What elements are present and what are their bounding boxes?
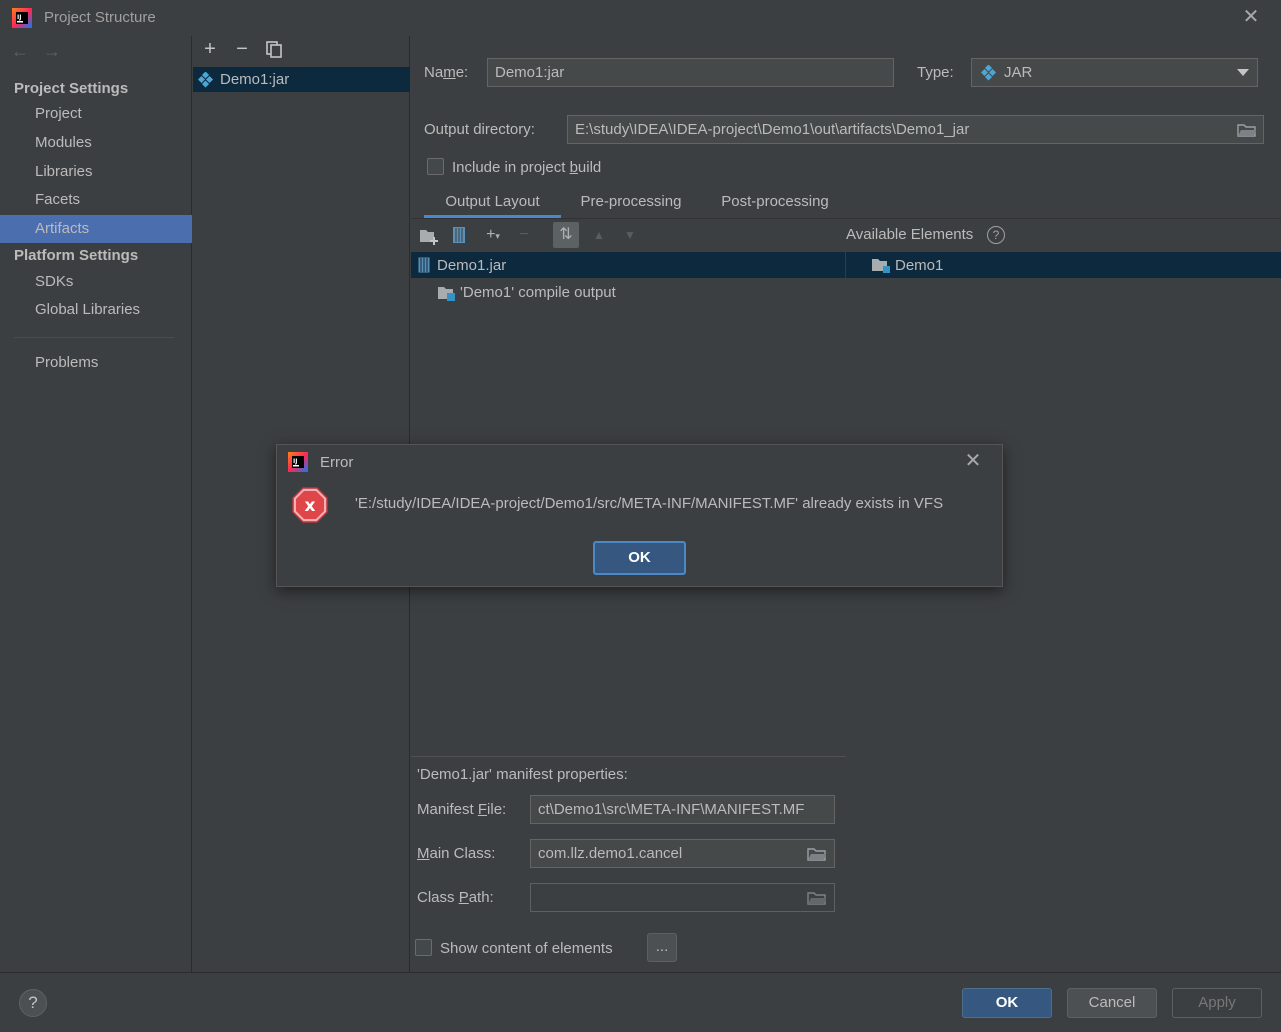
sidebar-item-facets[interactable]: Facets — [0, 186, 192, 214]
forward-arrow-icon[interactable]: → — [41, 40, 63, 62]
add-copy-icon[interactable]: +▾ — [482, 224, 504, 246]
name-label: Name: — [424, 64, 469, 81]
artifact-list-item[interactable]: Demo1:jar — [193, 67, 410, 92]
svg-text:x: x — [305, 496, 316, 516]
intellij-logo-icon: IJ — [12, 8, 32, 28]
error-dialog-close-icon[interactable]: ✕ — [962, 450, 984, 472]
tree-pane-divider — [845, 252, 846, 278]
manifest-divider — [411, 756, 846, 757]
layout-tree-selected-row — [411, 252, 1281, 278]
title-bar — [0, 0, 1281, 36]
module-output-folder-icon — [438, 287, 455, 301]
name-input[interactable]: Demo1:jar — [487, 58, 894, 87]
tab-post-processing[interactable]: Post-processing — [708, 192, 842, 218]
class-path-label: Class Path: — [417, 889, 494, 906]
tab-output-layout[interactable]: Output Layout — [424, 192, 561, 218]
apply-button[interactable]: Apply — [1172, 988, 1262, 1018]
error-dialog-title: Error — [320, 454, 354, 471]
sidebar-item-libraries[interactable]: Libraries — [0, 158, 192, 186]
layout-tree-root[interactable]: Demo1.jar — [437, 257, 506, 274]
move-up-icon[interactable]: ▲ — [589, 224, 609, 246]
help-circle-icon[interactable]: ? — [987, 226, 1005, 244]
chevron-down-icon[interactable] — [1237, 69, 1249, 77]
sidebar-item-problems[interactable]: Problems — [0, 349, 192, 377]
type-select[interactable]: JAR — [971, 58, 1258, 87]
show-content-label: Show content of elements — [440, 940, 613, 957]
show-content-checkbox[interactable] — [415, 939, 432, 956]
show-content-options-button[interactable]: ... — [647, 933, 677, 962]
manifest-file-label: Manifest File: — [417, 801, 507, 818]
sidebar-item-sdks[interactable]: SDKs — [0, 268, 192, 296]
include-in-build-checkbox[interactable] — [427, 158, 444, 175]
sort-elements-icon[interactable]: ⇅ — [553, 222, 579, 248]
error-message: 'E:/study/IDEA/IDEA-project/Demo1/src/ME… — [355, 495, 944, 512]
new-directory-icon[interactable] — [419, 227, 439, 245]
project-settings-header: Project Settings — [14, 80, 129, 97]
layout-tree-child[interactable]: 'Demo1' compile output — [460, 284, 616, 301]
svg-text:IJ: IJ — [17, 14, 21, 21]
browse-main-class-icon[interactable] — [807, 846, 827, 862]
remove-artifact-icon[interactable]: − — [231, 38, 253, 60]
window-title: Project Structure — [44, 9, 156, 26]
svg-text:IJ: IJ — [293, 458, 297, 465]
intellij-logo-icon: IJ — [288, 452, 308, 472]
platform-settings-header: Platform Settings — [14, 247, 139, 264]
move-down-icon[interactable]: ▼ — [620, 224, 640, 246]
sidebar-item-global-libraries[interactable]: Global Libraries — [0, 296, 192, 324]
sidebar-divider — [14, 337, 174, 338]
jar-type-icon — [981, 65, 997, 81]
copy-artifact-icon[interactable] — [266, 41, 283, 58]
sidebar-item-artifacts[interactable]: Artifacts — [0, 215, 192, 243]
create-archive-icon[interactable] — [452, 226, 466, 244]
cancel-button[interactable]: Cancel — [1067, 988, 1157, 1018]
module-folder-icon — [872, 259, 890, 273]
error-icon: x — [292, 487, 328, 523]
type-label: Type: — [917, 64, 954, 81]
window-close-icon[interactable]: ✕ — [1240, 6, 1262, 28]
class-path-input[interactable] — [530, 883, 835, 912]
help-button[interactable]: ? — [19, 989, 47, 1017]
main-class-input[interactable]: com.llz.demo1.cancel — [530, 839, 835, 868]
ok-button[interactable]: OK — [962, 988, 1052, 1018]
jar-artifact-icon — [198, 72, 214, 88]
remove-element-icon[interactable]: − — [514, 224, 534, 246]
available-tree-root[interactable]: Demo1 — [895, 257, 943, 274]
main-class-label: Main Class: — [417, 845, 496, 862]
back-arrow-icon[interactable]: ← — [9, 40, 31, 62]
tab-pre-processing[interactable]: Pre-processing — [568, 192, 694, 218]
error-ok-button[interactable]: OK — [593, 541, 686, 575]
include-in-build-label: Include in project build — [452, 159, 602, 176]
add-artifact-icon[interactable]: + — [199, 38, 221, 60]
manifest-heading: 'Demo1.jar' manifest properties: — [417, 766, 628, 783]
jar-archive-icon — [418, 257, 430, 273]
browse-folder-icon[interactable] — [1237, 122, 1257, 138]
output-directory-input[interactable]: E:\study\IDEA\IDEA-project\Demo1\out\art… — [567, 115, 1264, 144]
sidebar-item-modules[interactable]: Modules — [0, 129, 192, 157]
artifact-list-item-label: Demo1:jar — [220, 71, 290, 88]
output-directory-label: Output directory: — [424, 121, 535, 138]
manifest-file-input[interactable]: ct\Demo1\src\META-INF\MANIFEST.MF — [530, 795, 835, 824]
sidebar-item-project[interactable]: Project — [0, 100, 192, 128]
available-elements-label: Available Elements — [846, 226, 974, 243]
browse-class-path-icon[interactable] — [807, 890, 827, 906]
